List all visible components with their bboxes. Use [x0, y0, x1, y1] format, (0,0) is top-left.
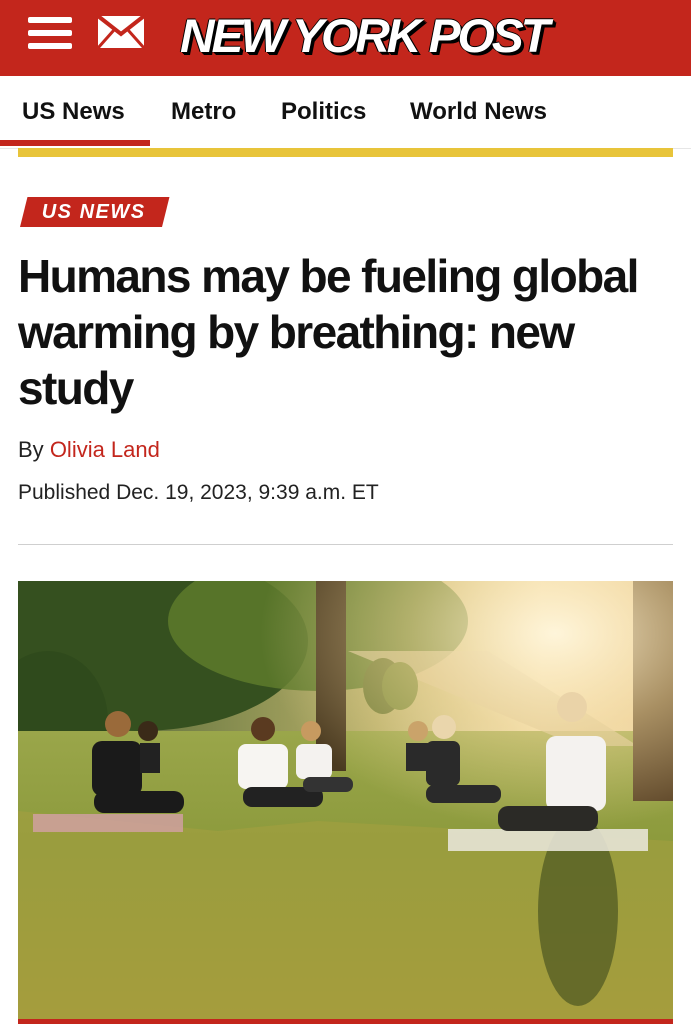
nav-item-politics[interactable]: Politics [281, 98, 366, 126]
accent-bar [18, 148, 673, 157]
section-nav: US News Metro Politics World News [0, 76, 691, 148]
divider [18, 544, 673, 545]
site-logo[interactable]: NEW YORK POST [180, 6, 550, 66]
byline: By Olivia Land [18, 437, 160, 463]
site-header: NEW YORK POST [0, 0, 691, 76]
published-date: Published Dec. 19, 2023, 9:39 a.m. ET [18, 481, 379, 504]
author-link[interactable]: Olivia Land [50, 437, 160, 462]
section-badge[interactable]: US NEWS [20, 197, 170, 227]
byline-prefix: By [18, 437, 44, 462]
nav-item-us-news[interactable]: US News [22, 98, 125, 126]
nav-item-world-news[interactable]: World News [410, 98, 547, 126]
article-headline: Humans may be fueling global warming by … [18, 250, 639, 414]
active-tab-indicator [0, 140, 150, 146]
section-badge-label: US NEWS [41, 201, 146, 223]
article-photo [18, 581, 673, 1019]
hamburger-menu-icon[interactable] [28, 16, 72, 50]
envelope-icon[interactable] [96, 14, 146, 50]
bottom-rule [18, 1019, 673, 1024]
nav-item-metro[interactable]: Metro [171, 98, 236, 126]
